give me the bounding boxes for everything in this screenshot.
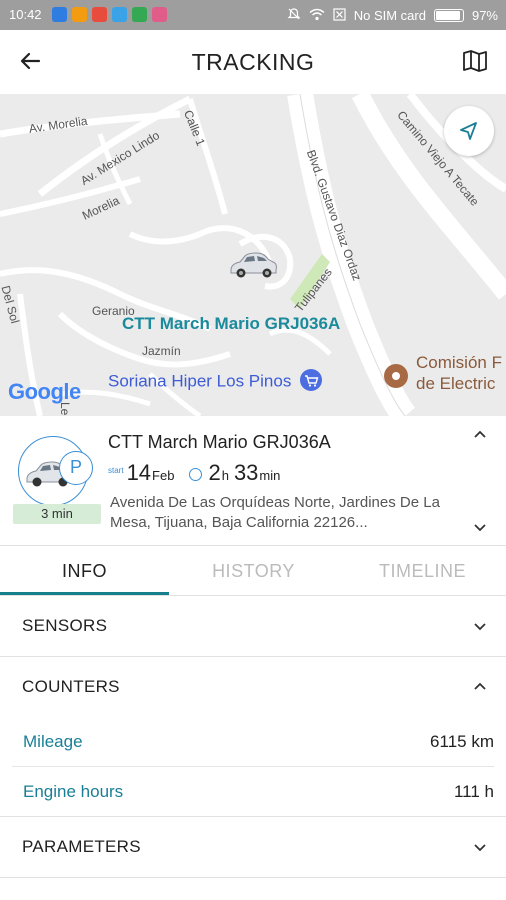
- mute-icon: [287, 7, 301, 24]
- start-month: Feb: [152, 468, 175, 483]
- duration-hours: 2: [208, 460, 221, 485]
- status-right: No SIM card 97%: [287, 7, 498, 24]
- status-bar: 10:42 No SIM card 97%: [0, 0, 506, 30]
- app-notification-icon: [92, 7, 107, 22]
- app-notification-icon: [52, 7, 67, 22]
- map-view[interactable]: Av. Morelia Av. Mexico Lindo Calle 1 Mor…: [0, 94, 506, 416]
- chevron-down-icon: [474, 623, 486, 631]
- vehicle-address: Avenida De Las Orquídeas Norte, Jardines…: [110, 494, 440, 531]
- poi-store-label: Soriana Hiper Los Pinos: [108, 371, 292, 391]
- sensors-section-header[interactable]: SENSORS: [0, 595, 506, 655]
- clock-icon: [189, 468, 203, 481]
- vehicle-card[interactable]: P 3 min CTT March Mario GRJ036A start 14…: [0, 416, 506, 546]
- app-notification-icon: [112, 7, 127, 22]
- page-title: TRACKING: [191, 49, 315, 75]
- map-vehicle-label: CTT March Mario GRJ036A: [122, 314, 341, 333]
- vehicle-name: CTT March Mario GRJ036A: [108, 432, 331, 452]
- notification-icons: [52, 7, 167, 22]
- counter-row-mileage: Mileage 6115 km: [12, 717, 494, 767]
- section-title: PARAMETERS: [22, 837, 141, 856]
- wifi-icon: [309, 8, 325, 24]
- tab-info[interactable]: INFO: [0, 546, 169, 594]
- parking-icon: P: [59, 451, 93, 485]
- duration-minutes: 33: [233, 460, 259, 485]
- chevron-up-icon[interactable]: [473, 428, 487, 442]
- shopping-cart-icon: [300, 369, 323, 391]
- play-store-icon: [132, 7, 147, 22]
- chevron-up-icon: [474, 682, 486, 690]
- navigation-arrow-icon: [460, 122, 477, 140]
- poi-commission-line2: de Electric: [416, 374, 496, 393]
- tab-bar: INFO HISTORY TIMELINE: [0, 546, 506, 595]
- carrier-text: No SIM card: [353, 8, 426, 23]
- car-icon: [230, 252, 277, 278]
- place-pin-icon: [384, 364, 408, 388]
- battery-icon: [433, 9, 464, 22]
- app-bar: TRACKING: [0, 30, 506, 94]
- battery-percent: 97%: [471, 8, 498, 23]
- chevron-down-icon: [474, 844, 486, 852]
- map-icon: [463, 50, 487, 72]
- app-notification-icon: [152, 7, 167, 22]
- trip-time: start 14 Feb 2 h 33 min: [108, 460, 280, 486]
- map-view-button[interactable]: [462, 48, 488, 74]
- parameters-section-header[interactable]: PARAMETERS: [0, 816, 506, 876]
- poi-commission-line1: Comisión F: [416, 353, 502, 372]
- section-title: SENSORS: [22, 616, 108, 635]
- counter-value: 6115 km: [430, 732, 494, 751]
- divider: [0, 877, 506, 878]
- counter-label: Engine hours: [23, 782, 124, 801]
- no-sim-icon: [333, 7, 346, 24]
- street-label: Jazmín: [142, 344, 181, 358]
- google-logo: Google: [8, 379, 81, 405]
- section-title: COUNTERS: [22, 677, 120, 696]
- poi-store[interactable]: Soriana Hiper Los Pinos: [108, 369, 323, 393]
- start-label: start: [108, 466, 124, 475]
- counter-value: 111 h: [453, 782, 494, 801]
- vehicle-marker[interactable]: [228, 250, 278, 287]
- duration-hours-unit: h: [221, 468, 229, 483]
- status-time: 10:42: [9, 7, 42, 22]
- counter-label: Mileage: [23, 732, 83, 751]
- stop-duration-badge: 3 min: [13, 504, 101, 524]
- duration-minutes-unit: min: [259, 468, 281, 483]
- chevron-down-icon[interactable]: [473, 520, 487, 534]
- app-notification-icon: [72, 7, 87, 22]
- tab-history[interactable]: HISTORY: [169, 546, 338, 594]
- counters-section-header[interactable]: COUNTERS: [0, 656, 506, 716]
- start-day: 14: [126, 460, 152, 485]
- tab-timeline[interactable]: TIMELINE: [338, 546, 506, 594]
- counter-row-engine-hours: Engine hours 111 h: [12, 767, 494, 817]
- locate-button[interactable]: [444, 106, 494, 156]
- google-logo-text: Google: [8, 379, 81, 404]
